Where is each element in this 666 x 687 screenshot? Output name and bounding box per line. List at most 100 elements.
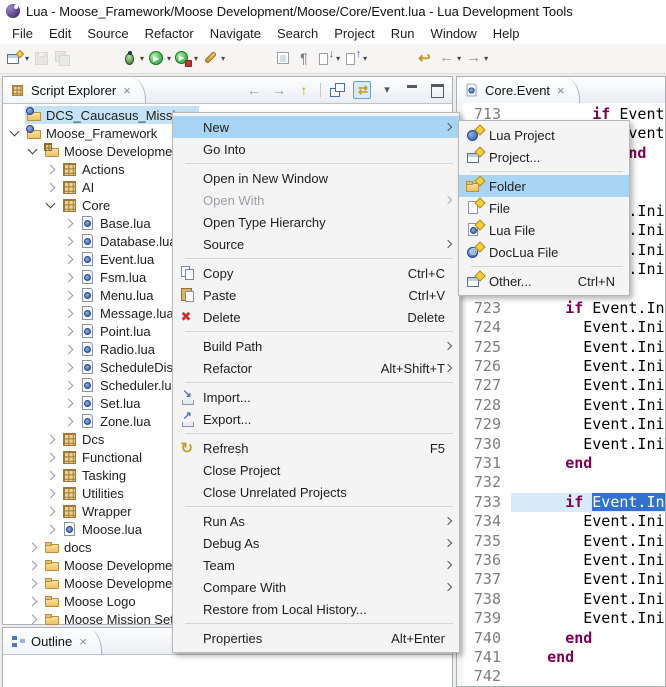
expander-icon[interactable] bbox=[64, 398, 74, 408]
expander-icon[interactable] bbox=[28, 578, 38, 588]
context-menu-item-export[interactable]: Export... bbox=[173, 408, 459, 430]
menubar-item-source[interactable]: Source bbox=[79, 24, 136, 43]
menubar-item-refactor[interactable]: Refactor bbox=[137, 24, 202, 43]
previous-annotation-button[interactable]: ▾ bbox=[342, 47, 369, 71]
expander-icon[interactable] bbox=[28, 542, 38, 552]
up-icon[interactable] bbox=[295, 81, 313, 99]
context-menu-item-refactor[interactable]: RefactorAlt+Shift+T bbox=[173, 357, 459, 379]
collapse-all-icon[interactable] bbox=[328, 81, 346, 99]
expander-icon[interactable] bbox=[64, 326, 74, 336]
new-submenu-item-project[interactable]: Project... bbox=[459, 146, 629, 168]
expander-icon[interactable] bbox=[64, 362, 74, 372]
last-edit-location-button[interactable] bbox=[415, 47, 436, 71]
mark-occurrences-button[interactable] bbox=[273, 47, 294, 71]
back-icon[interactable] bbox=[245, 81, 263, 99]
new-submenu-item-folder[interactable]: Folder bbox=[459, 175, 629, 197]
context-menu-item-close-project[interactable]: Close Project bbox=[173, 459, 459, 481]
link-with-editor-icon[interactable] bbox=[353, 81, 371, 99]
new-submenu-item-lua-file[interactable]: Lua File bbox=[459, 219, 629, 241]
forward-button[interactable]: ▾ bbox=[463, 47, 490, 71]
expander-icon[interactable] bbox=[28, 145, 38, 155]
tab-core-event[interactable]: Core.Event × bbox=[457, 78, 580, 103]
new-submenu-item-lua-project[interactable]: Lua Project bbox=[459, 124, 629, 146]
show-whitespace-button[interactable] bbox=[294, 47, 315, 71]
close-icon[interactable]: × bbox=[79, 635, 87, 648]
save-all-button[interactable] bbox=[52, 47, 73, 71]
view-menu-icon[interactable] bbox=[378, 81, 396, 99]
expander-icon[interactable] bbox=[46, 164, 56, 174]
expander-icon[interactable] bbox=[64, 290, 74, 300]
expander-icon[interactable] bbox=[64, 344, 74, 354]
dropdown-arrow-icon[interactable]: ▾ bbox=[194, 54, 198, 63]
expander-icon[interactable] bbox=[10, 127, 20, 137]
dropdown-arrow-icon[interactable]: ▾ bbox=[363, 54, 367, 63]
expander-icon[interactable] bbox=[64, 416, 74, 426]
context-menu-item-run-as[interactable]: Run As bbox=[173, 510, 459, 532]
context-menu-item-open-with[interactable]: Open With bbox=[173, 189, 459, 211]
context-menu-item-refresh[interactable]: RefreshF5 bbox=[173, 437, 459, 459]
expander-icon[interactable] bbox=[46, 434, 56, 444]
external-tools-button[interactable]: ▾ bbox=[200, 47, 227, 71]
context-menu-item-go-into[interactable]: Go Into bbox=[173, 138, 459, 160]
context-menu-item-restore-from-local-history[interactable]: Restore from Local History... bbox=[173, 598, 459, 620]
minimize-icon[interactable] bbox=[403, 81, 421, 99]
next-annotation-button[interactable]: ▾ bbox=[315, 47, 342, 71]
context-menu-item-debug-as[interactable]: Debug As bbox=[173, 532, 459, 554]
expander-icon[interactable] bbox=[46, 452, 56, 462]
run-button[interactable]: ▾ bbox=[146, 47, 173, 71]
new-submenu-item-other[interactable]: Other...Ctrl+N bbox=[459, 270, 629, 292]
menubar-item-help[interactable]: Help bbox=[485, 24, 528, 43]
context-menu-item-open-in-new-window[interactable]: Open in New Window bbox=[173, 167, 459, 189]
context-menu-item-copy[interactable]: CopyCtrl+C bbox=[173, 262, 459, 284]
debug-button[interactable]: ▾ bbox=[119, 47, 146, 71]
maximize-icon[interactable] bbox=[428, 81, 446, 99]
dropdown-arrow-icon[interactable]: ▾ bbox=[167, 54, 171, 63]
context-menu-item-paste[interactable]: PasteCtrl+V bbox=[173, 284, 459, 306]
menubar-item-edit[interactable]: Edit bbox=[41, 24, 79, 43]
back-button[interactable]: ▾ bbox=[436, 47, 463, 71]
new-submenu-item-file[interactable]: File bbox=[459, 197, 629, 219]
expander-icon[interactable] bbox=[46, 524, 56, 534]
expander-icon[interactable] bbox=[28, 560, 38, 570]
context-menu-item-team[interactable]: Team bbox=[173, 554, 459, 576]
context-menu-item-build-path[interactable]: Build Path bbox=[173, 335, 459, 357]
context-menu-item-compare-with[interactable]: Compare With bbox=[173, 576, 459, 598]
context-menu-item-close-unrelated-projects[interactable]: Close Unrelated Projects bbox=[173, 481, 459, 503]
expander-icon[interactable] bbox=[46, 199, 56, 209]
coverage-button[interactable]: ▾ bbox=[173, 47, 200, 71]
menubar-item-file[interactable]: File bbox=[4, 24, 41, 43]
menubar-item-run[interactable]: Run bbox=[383, 24, 423, 43]
expander-icon[interactable] bbox=[46, 506, 56, 516]
close-icon[interactable]: × bbox=[557, 84, 565, 97]
expander-icon[interactable] bbox=[64, 236, 74, 246]
tab-script-explorer[interactable]: Script Explorer × bbox=[3, 78, 146, 103]
context-menu-item-import[interactable]: Import... bbox=[173, 386, 459, 408]
dropdown-arrow-icon[interactable]: ▾ bbox=[457, 54, 461, 63]
context-menu-item-delete[interactable]: DeleteDelete bbox=[173, 306, 459, 328]
dropdown-arrow-icon[interactable]: ▾ bbox=[336, 54, 340, 63]
menubar-item-project[interactable]: Project bbox=[326, 24, 382, 43]
menubar-item-search[interactable]: Search bbox=[269, 24, 326, 43]
expander-icon[interactable] bbox=[28, 614, 38, 624]
expander-icon[interactable] bbox=[64, 218, 74, 228]
expander-icon[interactable] bbox=[46, 182, 56, 192]
dropdown-arrow-icon[interactable]: ▾ bbox=[221, 54, 225, 63]
forward-icon[interactable] bbox=[270, 81, 288, 99]
dropdown-arrow-icon[interactable]: ▾ bbox=[484, 54, 488, 63]
new-submenu-item-doclua-file[interactable]: DocLua File bbox=[459, 241, 629, 263]
menubar-item-window[interactable]: Window bbox=[423, 24, 485, 43]
expander-icon[interactable] bbox=[64, 308, 74, 318]
expander-icon[interactable] bbox=[28, 596, 38, 606]
expander-icon[interactable] bbox=[46, 470, 56, 480]
expander-icon[interactable] bbox=[64, 254, 74, 264]
menubar-item-navigate[interactable]: Navigate bbox=[202, 24, 269, 43]
dropdown-arrow-icon[interactable]: ▾ bbox=[140, 54, 144, 63]
new-wizard-button[interactable]: ▾ bbox=[4, 47, 31, 71]
expander-icon[interactable] bbox=[46, 488, 56, 498]
context-menu-item-new[interactable]: New bbox=[173, 116, 459, 138]
context-menu-item-source[interactable]: Source bbox=[173, 233, 459, 255]
tab-outline[interactable]: Outline × bbox=[3, 629, 102, 654]
save-button[interactable] bbox=[31, 47, 52, 71]
close-icon[interactable]: × bbox=[123, 84, 131, 97]
context-menu-item-properties[interactable]: PropertiesAlt+Enter bbox=[173, 627, 459, 649]
